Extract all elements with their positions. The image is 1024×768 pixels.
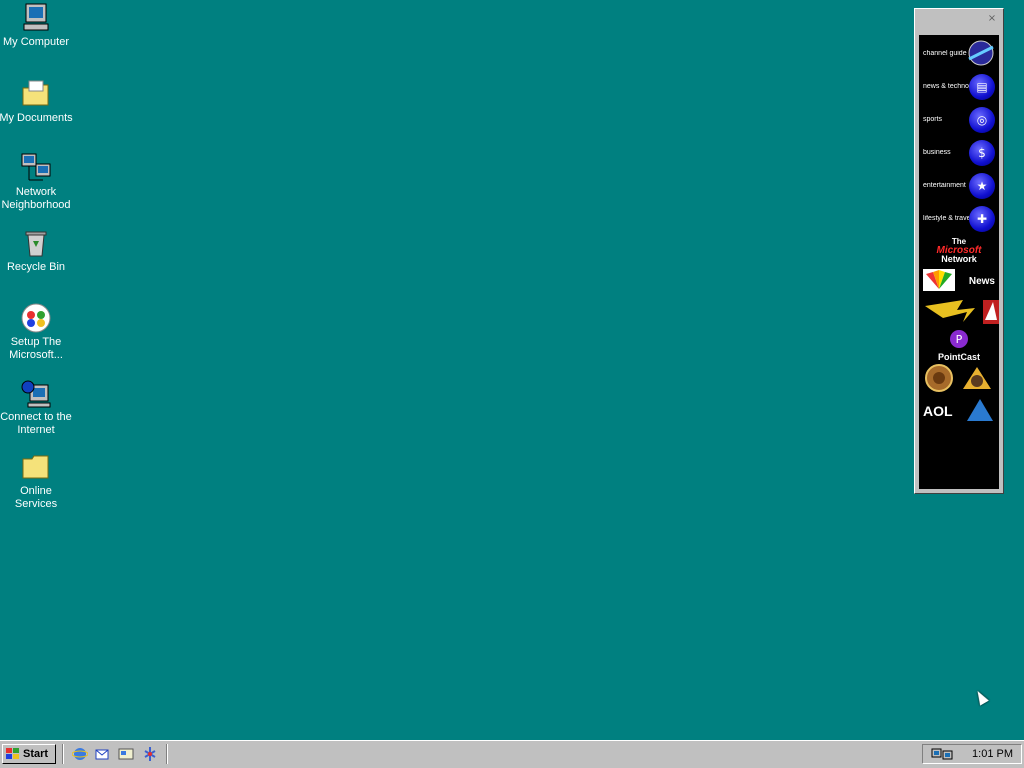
aol-channel[interactable]: AOL — [921, 395, 997, 427]
internet-explorer-icon[interactable] — [71, 746, 89, 762]
taskbar-separator — [166, 744, 168, 764]
pointcast-icon: P — [949, 329, 969, 352]
aol-label: AOL — [923, 403, 953, 419]
svg-text:P: P — [956, 333, 963, 346]
start-button[interactable]: Start — [2, 744, 56, 764]
desktop-icon-msn[interactable]: Setup The Microsoft... — [0, 302, 74, 362]
msn-channel[interactable]: The Microsoft Network — [921, 235, 997, 265]
channel-item-entertainment[interactable]: entertainment ★ — [921, 169, 997, 202]
documents-folder-icon — [20, 78, 52, 110]
globe-icon — [967, 39, 995, 69]
channel-label: entertainment — [923, 182, 966, 189]
sports-channel-icon: ◎ — [969, 106, 995, 133]
nbc-news-label: News — [968, 275, 995, 287]
channel-list: channel guide news & technology ▤ sports… — [919, 35, 999, 489]
warner-channel[interactable] — [921, 363, 997, 395]
nbc-news-channel[interactable]: News — [921, 265, 997, 297]
channels-icon[interactable] — [142, 746, 158, 762]
entertainment-channel-icon: ★ — [969, 172, 995, 199]
computer-icon — [20, 2, 52, 34]
looney-tunes-icon — [959, 363, 995, 396]
taskbar-separator — [62, 744, 64, 764]
channel-bar: × channel guide news & technology ▤ spor… — [914, 8, 1004, 494]
news-channel-icon: ▤ — [969, 73, 995, 100]
recycle-bin-icon — [20, 227, 52, 259]
channel-item-sports[interactable]: sports ◎ — [921, 103, 997, 136]
warner-shield-icon — [923, 363, 955, 396]
desktop-icon-label: Network Neighborhood — [1, 186, 71, 211]
channel-label: sports — [923, 116, 943, 123]
network-status-icon[interactable] — [931, 747, 953, 761]
start-label: Start — [23, 748, 49, 760]
channel-item-news[interactable]: news & technology ▤ — [921, 70, 997, 103]
disney-channel[interactable] — [921, 297, 999, 329]
network-icon — [20, 152, 52, 184]
show-desktop-icon[interactable] — [118, 746, 134, 762]
desktop-icon-network[interactable]: Network Neighborhood — [0, 152, 74, 212]
desktop-icon-connect[interactable]: Connect to the Internet — [0, 377, 74, 437]
desktop-icon-recycle-bin[interactable]: Recycle Bin — [0, 227, 74, 274]
desktop-icon-my-computer[interactable]: My Computer — [0, 2, 74, 49]
taskbar: Start 1:01 PM — [0, 740, 1024, 768]
aol-triangle-icon — [965, 397, 995, 426]
channel-item-business[interactable]: business $ — [921, 136, 997, 169]
channel-bar-titlebar[interactable]: × — [915, 9, 1003, 31]
channel-label: business — [923, 149, 951, 156]
desktop-icon-label: Online Services — [14, 485, 58, 510]
msn-logo-line: Network — [941, 253, 977, 264]
business-channel-icon: $ — [969, 139, 995, 166]
windows-logo-icon — [6, 748, 20, 760]
clock[interactable]: 1:01 PM — [972, 748, 1013, 760]
close-icon[interactable]: × — [987, 14, 997, 24]
outlook-express-icon[interactable] — [94, 746, 110, 762]
channel-item-guide[interactable]: channel guide — [921, 37, 997, 70]
channel-item-lifestyle[interactable]: lifestyle & travel ✚ — [921, 202, 997, 235]
lifestyle-channel-icon: ✚ — [969, 205, 995, 232]
disney-logo-icon — [923, 296, 1001, 331]
desktop-icon-label: Recycle Bin — [6, 261, 66, 273]
channel-label: channel guide — [923, 50, 967, 57]
pointcast-label: PointCast — [937, 352, 980, 362]
nbc-peacock-icon — [923, 268, 955, 294]
pointcast-channel[interactable]: P PointCast — [921, 329, 997, 363]
folder-icon — [20, 451, 52, 483]
desktop-icon-label: My Documents — [0, 112, 73, 124]
channel-label: news & technology — [923, 83, 969, 90]
desktop-icon-my-documents[interactable]: My Documents — [0, 78, 74, 125]
desktop-icon-label: Connect to the Internet — [0, 411, 72, 436]
desktop-icon-online-services[interactable]: Online Services — [0, 451, 74, 511]
desktop-icon-label: Setup The Microsoft... — [9, 336, 63, 361]
desktop-icon-label: My Computer — [2, 36, 70, 48]
mouse-cursor — [973, 688, 989, 706]
msn-butterfly-icon — [20, 302, 52, 334]
channel-label: lifestyle & travel — [923, 215, 969, 222]
connect-internet-icon — [20, 377, 52, 409]
system-tray: 1:01 PM — [922, 744, 1022, 764]
